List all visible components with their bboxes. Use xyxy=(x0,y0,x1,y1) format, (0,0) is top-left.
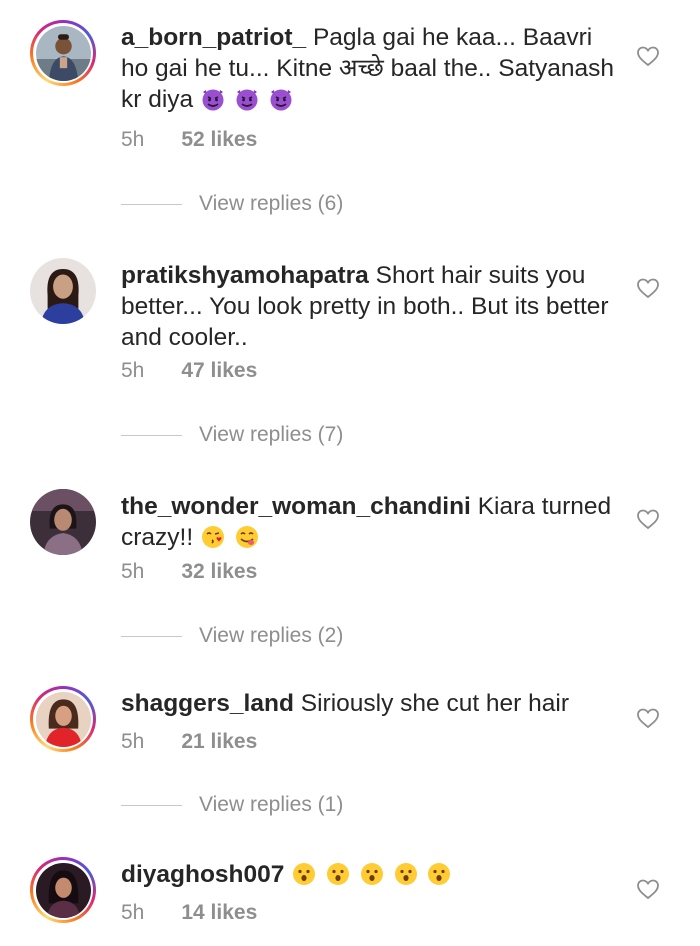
heart-outline-icon[interactable] xyxy=(636,44,660,68)
comment-body: Siriously she cut her hair xyxy=(300,690,570,717)
view-replies[interactable]: View replies (6) xyxy=(121,192,343,216)
view-replies-label[interactable]: View replies (7) xyxy=(199,423,343,447)
smiling-imp-emoji-icon xyxy=(236,89,258,111)
comment-meta: 5h 32 likes xyxy=(121,560,257,584)
avatar[interactable] xyxy=(30,20,96,86)
avatar-photo xyxy=(30,258,96,324)
comment-likes[interactable]: 32 likes xyxy=(181,560,257,584)
smiling-imp-emoji-icon xyxy=(270,89,292,111)
avatar[interactable] xyxy=(30,489,96,555)
view-replies-label[interactable]: View replies (2) xyxy=(199,624,343,648)
comment-username[interactable]: the_wonder_woman_chandini xyxy=(121,493,471,520)
avatar[interactable] xyxy=(30,686,96,752)
comment-likes[interactable]: 21 likes xyxy=(181,730,257,754)
comment-emojis xyxy=(193,524,261,551)
view-replies[interactable]: View replies (2) xyxy=(121,624,343,648)
avatar-photo xyxy=(35,25,91,81)
view-replies-label[interactable]: View replies (6) xyxy=(199,192,343,216)
comment-time: 5h xyxy=(121,128,145,151)
avatar[interactable] xyxy=(30,258,96,324)
open-mouth-emoji-icon xyxy=(394,863,417,885)
kissing-heart-emoji-icon xyxy=(201,526,224,548)
open-mouth-emoji-icon xyxy=(428,863,451,885)
comment-emojis xyxy=(291,861,453,888)
heart-outline-icon[interactable] xyxy=(636,507,660,531)
open-mouth-emoji-icon xyxy=(327,863,350,885)
replies-divider xyxy=(121,203,182,205)
comment-likes[interactable]: 14 likes xyxy=(181,901,257,925)
comment-likes[interactable]: 47 likes xyxy=(181,359,257,383)
open-mouth-emoji-icon xyxy=(293,863,316,885)
comment-username[interactable]: diyaghosh007 xyxy=(121,861,284,888)
comment-time: 5h xyxy=(121,901,145,924)
comment-time: 5h xyxy=(121,560,145,583)
replies-divider xyxy=(121,804,182,806)
heart-outline-icon[interactable] xyxy=(636,276,660,300)
open-mouth-emoji-icon xyxy=(360,863,383,885)
view-replies[interactable]: View replies (1) xyxy=(121,793,343,817)
comment-username[interactable]: a_born_patriot_ xyxy=(121,24,306,51)
comment-emojis xyxy=(200,86,295,113)
comment-text: pratikshyamohapatra Short hair suits you… xyxy=(121,260,621,353)
comment-text: shaggers_land Siriously she cut her hair xyxy=(121,688,621,719)
comment-meta: 5h 21 likes xyxy=(121,730,257,754)
comment-text: diyaghosh007 xyxy=(121,859,621,890)
comments-list: a_born_patriot_ Pagla gai he kaa... Baav… xyxy=(0,0,700,946)
comment-username[interactable]: shaggers_land xyxy=(121,690,294,717)
comment-text: a_born_patriot_ Pagla gai he kaa... Baav… xyxy=(121,22,621,115)
comment-time: 5h xyxy=(121,359,145,382)
comment-meta: 5h 14 likes xyxy=(121,901,257,925)
view-replies-label[interactable]: View replies (1) xyxy=(199,793,343,817)
avatar-photo xyxy=(35,691,91,747)
comment-meta: 5h 52 likes xyxy=(121,128,257,152)
view-replies[interactable]: View replies (7) xyxy=(121,423,343,447)
avatar-photo xyxy=(30,489,96,555)
comment-time: 5h xyxy=(121,730,145,753)
replies-divider xyxy=(121,434,182,436)
avatar[interactable] xyxy=(30,857,96,923)
yum-emoji-icon xyxy=(235,526,258,548)
avatar-photo xyxy=(35,862,91,918)
smiling-imp-emoji-icon xyxy=(202,89,224,111)
replies-divider xyxy=(121,635,182,637)
heart-outline-icon[interactable] xyxy=(636,706,660,730)
heart-outline-icon[interactable] xyxy=(636,877,660,901)
comment-text: the_wonder_woman_chandini Kiara turned c… xyxy=(121,491,621,553)
comment-likes[interactable]: 52 likes xyxy=(181,128,257,152)
comment-username[interactable]: pratikshyamohapatra xyxy=(121,262,369,289)
comment-meta: 5h 47 likes xyxy=(121,359,257,383)
